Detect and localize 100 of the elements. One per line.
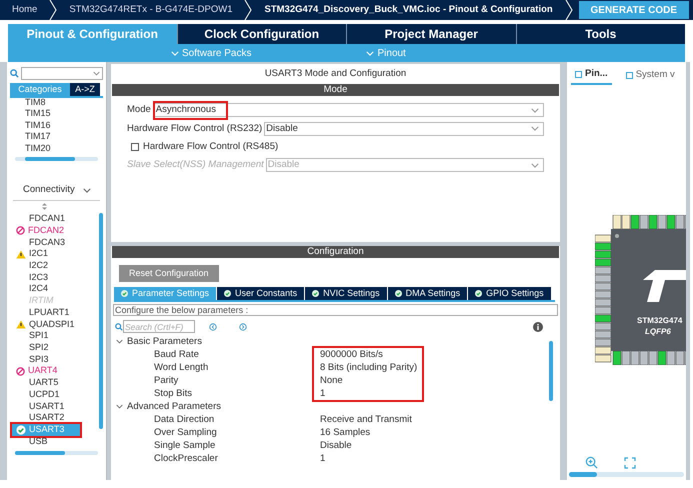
fit-screen-icon[interactable] bbox=[624, 456, 636, 468]
check-circle-icon bbox=[16, 424, 26, 435]
parameter-name: Parity bbox=[154, 374, 180, 387]
breadcrumb-link[interactable]: Home bbox=[0, 2, 50, 18]
chevron-icon bbox=[531, 108, 539, 113]
next-icon[interactable] bbox=[239, 322, 247, 330]
field-label: Slave Select(NSS) Management bbox=[127, 158, 264, 172]
parameter-name: Word Length bbox=[154, 361, 210, 374]
checkbox-label: Hardware Flow Control (RS485) bbox=[143, 140, 278, 154]
parameter-value[interactable]: None bbox=[320, 374, 422, 387]
main-tab[interactable]: Tools bbox=[516, 24, 685, 44]
parameter-value[interactable]: 9000000 Bits/s bbox=[320, 348, 422, 361]
field-label: Mode bbox=[127, 103, 151, 118]
horizontal-scrollbar[interactable] bbox=[569, 472, 684, 477]
section-header: Configuration bbox=[112, 246, 559, 258]
panel-title: USART3 Mode and Configuration bbox=[264, 67, 408, 81]
search-icon bbox=[115, 322, 123, 330]
peripheral-item[interactable]: I2C2 bbox=[15, 260, 99, 272]
peripheral-item[interactable]: SPI1 bbox=[15, 330, 99, 342]
select-field[interactable]: Asynchronous bbox=[152, 103, 544, 118]
package-name: LQFP6 bbox=[645, 326, 672, 338]
peripheral-item[interactable]: QUADSPI1 bbox=[15, 318, 99, 330]
check-circle-icon bbox=[224, 290, 232, 297]
category-tab[interactable]: A->Z bbox=[70, 83, 100, 96]
peripheral-item[interactable]: USART1 bbox=[15, 400, 99, 412]
peripheral-item[interactable]: TIM8 bbox=[25, 98, 106, 108]
checkbox[interactable] bbox=[131, 142, 139, 151]
chevron-icon bbox=[171, 50, 179, 56]
peripheral-item[interactable]: SPI2 bbox=[15, 342, 99, 354]
parameter-value[interactable]: Receive and Transmit bbox=[320, 413, 412, 426]
settings-tab[interactable]: DMA Settings bbox=[388, 287, 468, 300]
chip-name: STM32G474 bbox=[637, 315, 682, 326]
view-tab[interactable]: Pin... bbox=[571, 67, 612, 86]
warning-icon bbox=[16, 320, 26, 329]
settings-tab[interactable]: NVIC Settings bbox=[305, 287, 387, 300]
warning-icon bbox=[16, 250, 26, 259]
hint-text: Configure the below parameters : bbox=[113, 304, 558, 316]
peripheral-item[interactable]: TIM16 bbox=[25, 120, 106, 131]
tree-group[interactable]: Advanced Parameters bbox=[116, 400, 549, 413]
section-header: Mode bbox=[112, 84, 559, 96]
peripheral-item[interactable]: USB bbox=[15, 436, 99, 448]
chip-drawing[interactable] bbox=[595, 215, 686, 366]
peripheral-item[interactable]: LPUART1 bbox=[15, 306, 99, 319]
field-label: Hardware Flow Control (RS232) bbox=[127, 122, 262, 136]
vertical-scrollbar[interactable] bbox=[549, 341, 553, 401]
peripheral-item[interactable]: I2C3 bbox=[15, 272, 99, 284]
category-header[interactable]: Connectivity bbox=[23, 183, 75, 198]
horizontal-scrollbar[interactable] bbox=[15, 451, 98, 456]
parameter-name: Baud Rate bbox=[154, 348, 200, 361]
peripheral-item[interactable]: TIM17 bbox=[25, 131, 106, 142]
settings-tab[interactable]: User Constants bbox=[217, 287, 304, 300]
chevron-icon bbox=[116, 339, 123, 344]
search-dropdown[interactable] bbox=[21, 67, 103, 80]
peripheral-item[interactable]: TIM15 bbox=[25, 108, 106, 120]
peripheral-item[interactable]: FDCAN1 bbox=[15, 213, 99, 225]
parameter-value[interactable]: 1 bbox=[320, 387, 422, 400]
peripheral-item[interactable]: UART5 bbox=[15, 377, 99, 389]
search-field[interactable]: Search (Crtl+F) bbox=[123, 320, 195, 333]
chevron-icon bbox=[531, 162, 539, 168]
peripheral-item[interactable]: UCPD1 bbox=[15, 388, 99, 400]
info-icon[interactable] bbox=[533, 322, 543, 332]
check-circle-icon bbox=[121, 290, 128, 297]
chevron-icon bbox=[82, 188, 91, 193]
peripheral-item[interactable]: FDCAN2 bbox=[15, 224, 99, 237]
parameter-value[interactable]: Disable bbox=[320, 439, 412, 452]
previous-icon[interactable] bbox=[209, 322, 217, 330]
parameter-name: Single Sample bbox=[154, 439, 216, 452]
chevron-icon bbox=[93, 71, 100, 76]
parameter-name: Stop Bits bbox=[154, 387, 194, 400]
parameter-name: ClockPrescaler bbox=[154, 452, 219, 465]
search-icon bbox=[10, 69, 19, 78]
vertical-scrollbar[interactable] bbox=[99, 213, 103, 430]
peripheral-item[interactable]: I2C1 bbox=[15, 248, 99, 260]
main-tab[interactable]: Clock Configuration bbox=[176, 24, 346, 44]
chevron-icon bbox=[366, 50, 374, 56]
tree-group[interactable]: Basic Parameters bbox=[116, 335, 549, 348]
check-circle-icon bbox=[475, 290, 482, 297]
peripheral-item[interactable]: USART2 bbox=[15, 412, 99, 424]
parameter-value[interactable]: 8 Bits (including Parity) bbox=[320, 361, 422, 374]
zoom-in-icon[interactable] bbox=[585, 456, 598, 469]
peripheral-item[interactable]: I2C4 bbox=[15, 283, 99, 296]
check-circle-icon bbox=[312, 290, 320, 297]
main-tab[interactable]: Project Manager bbox=[346, 24, 516, 44]
horizontal-scrollbar[interactable] bbox=[15, 157, 98, 161]
parameter-value[interactable]: 16 Samples bbox=[320, 426, 412, 439]
peripheral-item[interactable]: UART4 bbox=[15, 365, 99, 378]
breadcrumb-link[interactable]: STM32G474_Discovery_Buck_VMC.ioc - Pinout & Configuration bbox=[252, 2, 565, 18]
chevron-icon bbox=[116, 404, 123, 409]
peripheral-item[interactable]: TIM20 bbox=[25, 142, 106, 154]
prohibited-icon bbox=[16, 226, 25, 236]
view-tab[interactable]: System v bbox=[626, 67, 675, 86]
peripheral-item[interactable]: SPI3 bbox=[15, 354, 99, 366]
breadcrumb-link[interactable]: STM32G474RETx - B-G474E-DPOW1 bbox=[57, 2, 244, 18]
sort-icon bbox=[42, 203, 47, 210]
select-field[interactable]: Disable bbox=[264, 122, 544, 136]
parameter-value[interactable]: 1 bbox=[320, 452, 412, 465]
peripheral-item[interactable]: FDCAN3 bbox=[15, 236, 99, 248]
chevron-icon bbox=[531, 126, 539, 132]
prohibited-icon bbox=[16, 366, 25, 376]
settings-tab[interactable]: GPIO Settings bbox=[468, 287, 551, 300]
